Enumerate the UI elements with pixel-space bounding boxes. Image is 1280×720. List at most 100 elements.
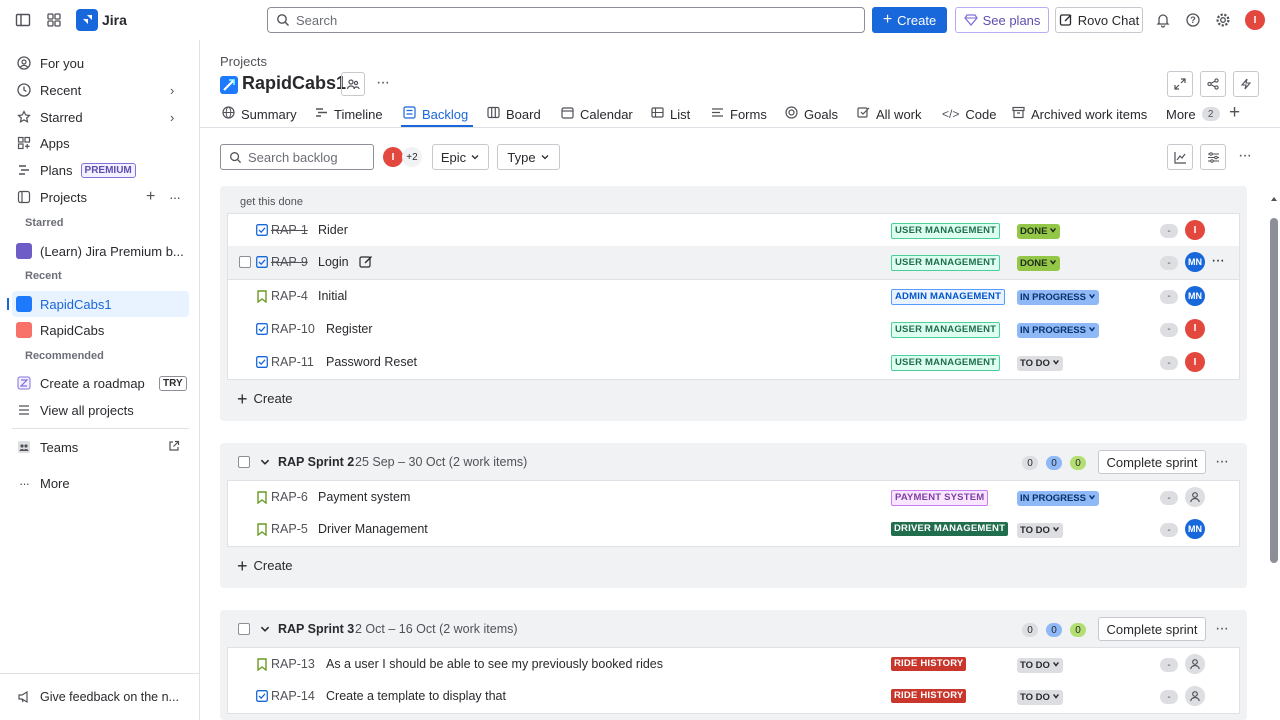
work-item-summary[interactable]: Payment system — [318, 490, 410, 504]
work-item-summary[interactable]: Register — [326, 322, 373, 336]
sidebar-project-rapidcabs[interactable]: RapidCabs — [12, 317, 189, 343]
epic-lozenge[interactable]: DRIVER MANAGEMENT — [891, 522, 1009, 537]
estimate-badge[interactable]: - — [1160, 523, 1178, 538]
sidebar-item-plans[interactable]: Plans PREMIUM — [12, 157, 189, 183]
estimate-badge[interactable]: - — [1160, 356, 1178, 371]
sprint-3-checkbox[interactable] — [238, 623, 250, 635]
insights-chart-icon[interactable] — [1167, 144, 1193, 170]
sidebar-item-apps[interactable]: Apps — [12, 130, 189, 156]
rovo-chat-button[interactable]: Rovo Chat — [1055, 7, 1143, 33]
work-item-summary[interactable]: Password Reset — [326, 355, 417, 369]
jira-logo-icon[interactable] — [76, 9, 98, 31]
status-dropdown[interactable]: TO DO — [1017, 356, 1063, 372]
status-dropdown[interactable]: IN PROGRESS — [1017, 322, 1099, 338]
sidebar-toggle-icon[interactable] — [11, 8, 35, 32]
more-options-icon[interactable]: ··· — [169, 189, 181, 205]
unassigned-avatar-icon[interactable] — [1185, 654, 1205, 674]
status-dropdown[interactable]: IN PROGRESS — [1017, 491, 1099, 506]
work-item-key[interactable]: RAP-9 — [271, 255, 308, 269]
share-icon[interactable] — [1200, 71, 1226, 97]
work-item-summary[interactable]: As a user I should be able to see my pre… — [326, 657, 663, 671]
work-item-key[interactable]: RAP-11 — [271, 355, 314, 369]
tab-code[interactable]: </> Code — [942, 105, 996, 123]
epic-lozenge[interactable]: PAYMENT SYSTEM — [891, 490, 989, 506]
sidebar-item-view-all-projects[interactable]: View all projects — [12, 397, 189, 423]
work-item-key[interactable]: RAP-6 — [271, 490, 308, 504]
status-dropdown[interactable]: DONE — [1017, 224, 1061, 239]
row-checkbox[interactable] — [239, 256, 251, 269]
sidebar-item-create-roadmap[interactable]: Create a roadmap TRY — [12, 370, 189, 396]
sprint-more-icon[interactable]: ··· — [1215, 620, 1229, 638]
settings-gear-icon[interactable] — [1211, 8, 1235, 32]
assignee-filter-avatar[interactable]: I — [383, 147, 403, 167]
add-project-icon[interactable]: + — [146, 188, 155, 206]
epic-lozenge[interactable]: USER MANAGEMENT — [891, 223, 1001, 239]
assignee-avatar[interactable]: I — [1185, 220, 1205, 240]
work-item-key[interactable]: RAP-4 — [271, 289, 308, 303]
work-item-key[interactable]: RAP-10 — [271, 322, 315, 336]
assignee-avatar[interactable]: I — [1185, 318, 1205, 339]
sidebar-project-rapidcabs1[interactable]: RapidCabs1 — [7, 291, 189, 317]
estimate-badge[interactable]: - — [1160, 322, 1178, 337]
table-row[interactable]: RAP-1 Rider USER MANAGEMENT DONE - I — [227, 213, 1240, 247]
fullscreen-icon[interactable] — [1167, 71, 1193, 97]
edit-pencil-icon[interactable] — [359, 255, 373, 272]
type-filter-dropdown[interactable]: Type — [497, 144, 560, 170]
epic-lozenge[interactable]: RIDE HISTORY — [891, 689, 967, 704]
automation-lightning-icon[interactable] — [1233, 71, 1259, 97]
tab-more[interactable]: More 2 — [1166, 105, 1220, 123]
sidebar-item-teams[interactable]: Teams — [12, 434, 189, 460]
epic-lozenge[interactable]: USER MANAGEMENT — [891, 355, 1001, 372]
table-row[interactable]: RAP-5 Driver Management DRIVER MANAGEMENT T… — [227, 513, 1240, 548]
assignee-avatar[interactable]: MN — [1185, 285, 1205, 306]
backlog-search-input[interactable]: Search backlog — [220, 144, 374, 170]
status-dropdown[interactable]: TO DO — [1017, 523, 1063, 539]
sidebar-item-starred[interactable]: Starred › — [12, 104, 189, 130]
estimate-badge[interactable]: - — [1160, 289, 1178, 304]
work-item-summary[interactable]: Initial — [318, 289, 347, 303]
user-avatar[interactable]: I — [1245, 10, 1265, 30]
sidebar-item-more[interactable]: ··· More — [12, 470, 189, 496]
work-item-key[interactable]: RAP-14 — [271, 689, 315, 703]
scrollbar-thumb[interactable] — [1270, 218, 1278, 563]
epic-lozenge[interactable]: USER MANAGEMENT — [891, 321, 1001, 338]
sidebar-project-learn[interactable]: (Learn) Jira Premium b... — [12, 238, 189, 264]
create-button[interactable]: + Create — [872, 7, 947, 33]
assignee-avatar[interactable]: MN — [1185, 252, 1205, 273]
table-row[interactable]: RAP-13 As a user I should be able to see … — [227, 647, 1240, 681]
tab-list[interactable]: List — [651, 105, 690, 123]
tab-summary[interactable]: Summary — [222, 105, 297, 123]
sidebar-item-for-you[interactable]: For you — [12, 50, 189, 76]
complete-sprint-button[interactable]: Complete sprint — [1098, 450, 1206, 474]
sprint-1-create-button[interactable]: + Create — [237, 390, 293, 408]
more-assignees-avatar[interactable]: +2 — [402, 147, 422, 167]
add-tab-icon[interactable]: + — [1229, 102, 1240, 124]
app-switcher-icon[interactable] — [42, 8, 66, 32]
table-row[interactable]: RAP-6 Payment system PAYMENT SYSTEM IN PROG… — [227, 480, 1240, 514]
app-name[interactable]: Jira — [102, 12, 127, 28]
work-item-key[interactable]: RAP-5 — [271, 522, 308, 536]
epic-lozenge[interactable]: USER MANAGEMENT — [891, 255, 1001, 272]
assignee-avatar[interactable]: MN — [1185, 519, 1205, 540]
sprint-2-create-button[interactable]: + Create — [237, 557, 293, 575]
scroll-up-arrow[interactable] — [1270, 190, 1278, 201]
estimate-badge[interactable]: - — [1160, 256, 1178, 271]
sprint-more-icon[interactable]: ··· — [1215, 453, 1229, 471]
unassigned-avatar-icon[interactable] — [1185, 487, 1205, 507]
complete-sprint-button[interactable]: Complete sprint — [1098, 617, 1206, 641]
unassigned-avatar-icon[interactable] — [1185, 686, 1205, 707]
sprint-name[interactable]: RAP Sprint 2 — [278, 455, 354, 469]
epic-lozenge[interactable]: ADMIN MANAGEMENT — [891, 288, 1006, 305]
view-settings-icon[interactable] — [1200, 144, 1226, 170]
status-dropdown[interactable]: TO DO — [1017, 658, 1063, 673]
tab-goals[interactable]: Goals — [785, 105, 838, 123]
people-icon[interactable] — [341, 72, 365, 96]
tab-all-work[interactable]: All work — [857, 105, 922, 123]
tab-backlog[interactable]: Backlog — [403, 105, 468, 123]
table-row[interactable]: RAP-11 Password Reset USER MANAGEMENT TO DO… — [227, 346, 1240, 381]
work-item-summary[interactable]: Driver Management — [318, 522, 428, 536]
sprint-2-checkbox[interactable] — [238, 456, 250, 468]
table-row[interactable]: RAP-9 Login USER MANAGEMENT DONE - MN ··· — [227, 246, 1240, 281]
tab-timeline[interactable]: Timeline — [315, 105, 383, 123]
chevron-down-icon[interactable] — [259, 622, 271, 638]
